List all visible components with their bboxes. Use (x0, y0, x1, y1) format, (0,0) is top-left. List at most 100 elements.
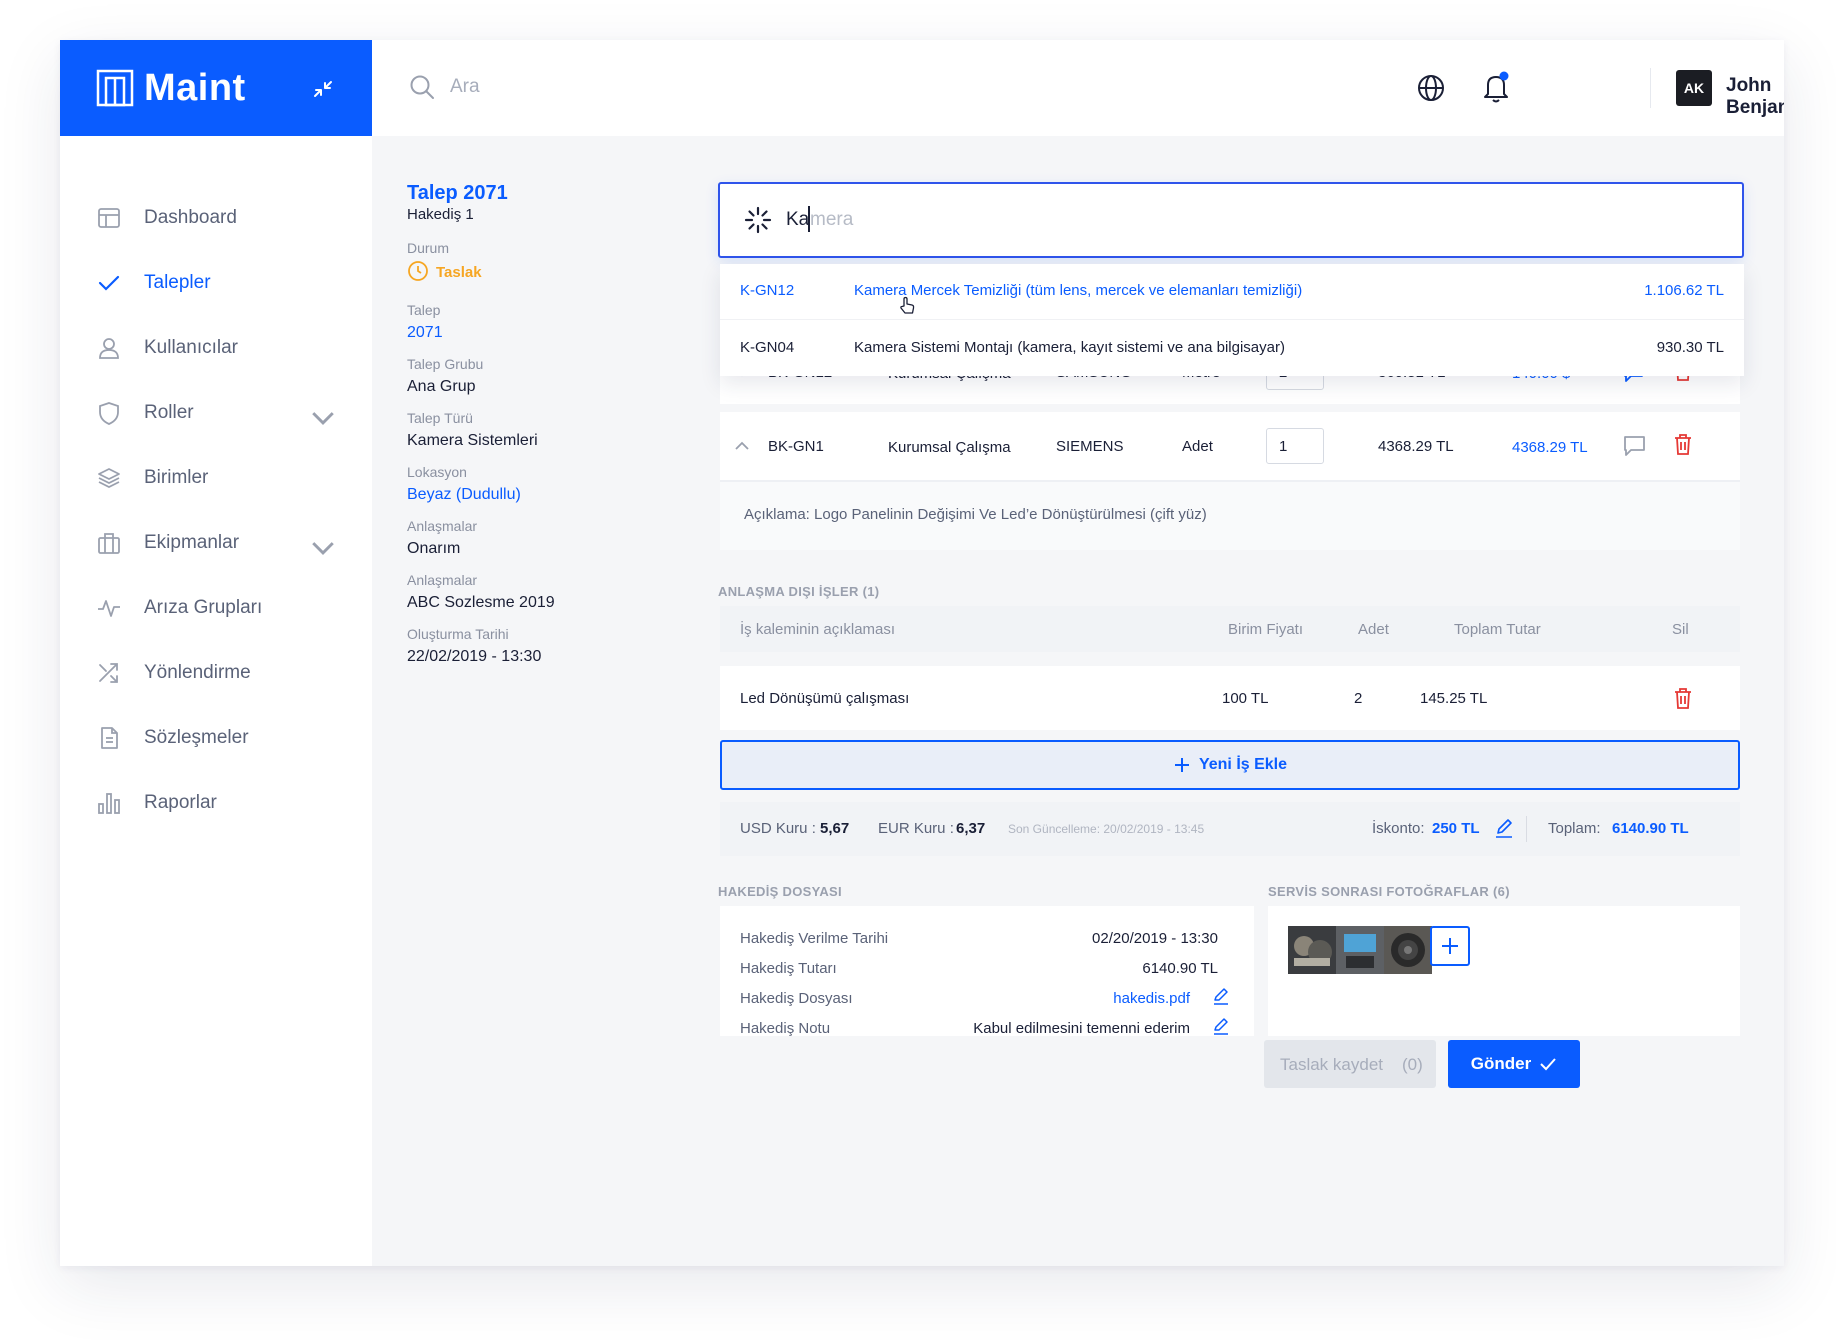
briefcase-icon (98, 533, 120, 554)
sidebar-item-label: Birimler (144, 467, 209, 488)
edit-icon[interactable] (1212, 986, 1230, 1006)
usd-rate-label: USD Kuru : (740, 820, 816, 837)
discount-label: İskonto: (1372, 820, 1425, 837)
sidebar-item-raporlar[interactable]: Raporlar (96, 783, 336, 823)
group-label: Talep Grubu (407, 356, 484, 372)
column-header: İş kaleminin açıklaması (740, 621, 896, 638)
table-header: İş kaleminin açıklaması Birim Fiyatı Ade… (720, 606, 1740, 652)
chevron-down-icon[interactable] (310, 535, 336, 561)
eur-rate-value: 6,37 (956, 820, 986, 837)
search-suggestion-text: mera (810, 209, 854, 230)
sidebar-item-dashboard[interactable]: Dashboard (96, 198, 336, 238)
hakedis-value: 02/20/2019 - 13:30 (1092, 930, 1218, 947)
sidebar-item-ariza-gruplari[interactable]: Arıza Grupları (96, 588, 336, 628)
activity-icon (98, 600, 120, 617)
add-work-button[interactable]: Yeni İş Ekle (720, 740, 1740, 790)
request-number[interactable]: 2071 (407, 324, 443, 342)
summary-bar: USD Kuru : 5,67 EUR Kuru : 6,37 Son Günc… (720, 802, 1740, 856)
logo-icon (96, 69, 134, 107)
item-unit-price: 4368.29 TL (1378, 438, 1454, 455)
hakedis-label: Hakediş Verilme Tarihi (740, 930, 889, 947)
hakedis-file-link[interactable]: hakedis.pdf (1113, 990, 1190, 1007)
trash-icon[interactable] (1672, 686, 1694, 710)
notification-bell-icon[interactable] (1480, 70, 1512, 104)
collapse-icon[interactable] (308, 74, 338, 104)
draft-count: (0) (1402, 1055, 1423, 1074)
sidebar-item-label: Roller (144, 402, 194, 423)
item-code: BK-GN1 (768, 438, 824, 455)
sidebar-item-label: Raporlar (144, 792, 217, 813)
hakedis-note: Kabul edilmesini temenni ederim (973, 1020, 1190, 1037)
extra-unit-price: 100 TL (1222, 690, 1269, 707)
autocomplete-option[interactable]: K-GN12 Kamera Mercek Temizliği (tüm lens… (720, 264, 1744, 320)
request-detail-panel: Talep 2071 Hakediş 1 Durum Taslak Talep … (372, 136, 684, 1266)
column-header: Toplam Tutar (1454, 621, 1541, 638)
globe-icon[interactable] (1416, 73, 1446, 103)
comment-icon[interactable] (1622, 432, 1648, 458)
add-photo-button[interactable] (1430, 926, 1470, 966)
photo-thumbnail[interactable] (1336, 926, 1384, 974)
sidebar-item-kullanicilar[interactable]: Kullanıcılar (96, 328, 336, 368)
hand-pointer-icon (900, 296, 915, 314)
search-input[interactable]: Ara (450, 76, 480, 98)
divider (1650, 68, 1651, 108)
request-label: Talep (407, 302, 441, 318)
trash-icon[interactable] (1672, 432, 1694, 456)
column-header: Sil (1672, 621, 1689, 638)
total-value: 6140.90 TL (1612, 820, 1689, 837)
clock-icon (408, 261, 428, 281)
option-description: Kamera Sistemi Montajı (kamera, kayıt si… (854, 339, 1285, 356)
photo-thumbnail[interactable] (1384, 926, 1432, 974)
eur-rate-label: EUR Kuru : (878, 820, 954, 837)
quantity-input[interactable]: 1 (1266, 428, 1324, 464)
sidebar-item-sozlesmeler[interactable]: Sözleşmeler (96, 718, 336, 758)
table-row[interactable]: BK-GN1 Kurumsal Çalışma SIEMENS Adet 1 4… (720, 412, 1740, 480)
chevron-up-icon[interactable] (734, 438, 750, 454)
check-icon (98, 275, 120, 291)
usd-rate-value: 5,67 (820, 820, 850, 837)
chevron-down-icon[interactable] (310, 405, 336, 431)
sidebar-item-yonlendirme[interactable]: Yönlendirme (96, 653, 336, 693)
sidebar-item-roller[interactable]: Roller (96, 393, 336, 433)
photo-thumbnail[interactable] (1288, 926, 1336, 974)
divider (1526, 816, 1527, 842)
location-link[interactable]: Beyaz (Dudullu) (407, 486, 521, 504)
add-work-label: Yeni İş Ekle (1198, 756, 1288, 773)
agreement-value: ABC Sozlesme 2019 (407, 594, 555, 611)
shield-icon (99, 402, 119, 425)
autocomplete-option[interactable]: K-GN04 Kamera Sistemi Montajı (kamera, k… (720, 320, 1744, 376)
page-title: Talep 2071 (407, 182, 508, 204)
sidebar-item-talepler[interactable]: Talepler (96, 263, 336, 303)
search-icon[interactable] (408, 73, 436, 101)
user-name[interactable]: John Benjamin (1726, 75, 1784, 119)
avatar[interactable]: AK (1676, 70, 1712, 106)
sidebar-item-label: Arıza Grupları (144, 597, 263, 618)
main-content: BK-GN12 Kurumsal Çalışma SAMSUNG Metre 2… (684, 136, 1784, 1266)
edit-icon[interactable] (1494, 817, 1514, 839)
agreement-label: Anlaşmalar (407, 518, 478, 534)
sidebar-item-label: Yönlendirme (144, 662, 251, 683)
sidebar-item-label: Ekipmanlar (144, 532, 240, 553)
dashboard-icon (98, 208, 120, 228)
hakedis-value: 6140.90 TL (1142, 960, 1218, 977)
edit-icon[interactable] (1212, 1016, 1230, 1036)
sidebar-item-label: Talepler (144, 272, 211, 293)
layers-icon (98, 468, 120, 489)
document-icon (101, 727, 118, 749)
loading-spinner-icon (744, 206, 772, 234)
sidebar-item-label: Kullanıcılar (144, 337, 238, 358)
app-window: Maint Ara AK John Benjamin (60, 40, 1784, 1266)
save-draft-button[interactable]: Taslak kaydet (0) (1264, 1040, 1436, 1088)
item-search-input[interactable]: Ka mera (718, 182, 1744, 258)
plus-icon (1442, 938, 1458, 954)
total-label: Toplam: (1548, 820, 1601, 837)
table-row: Led Dönüşümü çalışması 100 TL 2 145.25 T… (720, 666, 1740, 730)
bar-chart-icon (98, 793, 120, 814)
extra-qty: 2 (1354, 690, 1363, 707)
sidebar-item-ekipmanlar[interactable]: Ekipmanlar (96, 523, 336, 563)
send-button[interactable]: Gönder (1448, 1040, 1580, 1088)
created-date-value: 22/02/2019 - 13:30 (407, 648, 542, 665)
section-title: HAKEDİŞ DOSYASI (718, 884, 842, 899)
sidebar-item-birimler[interactable]: Birimler (96, 458, 336, 498)
plus-icon (1174, 758, 1189, 772)
